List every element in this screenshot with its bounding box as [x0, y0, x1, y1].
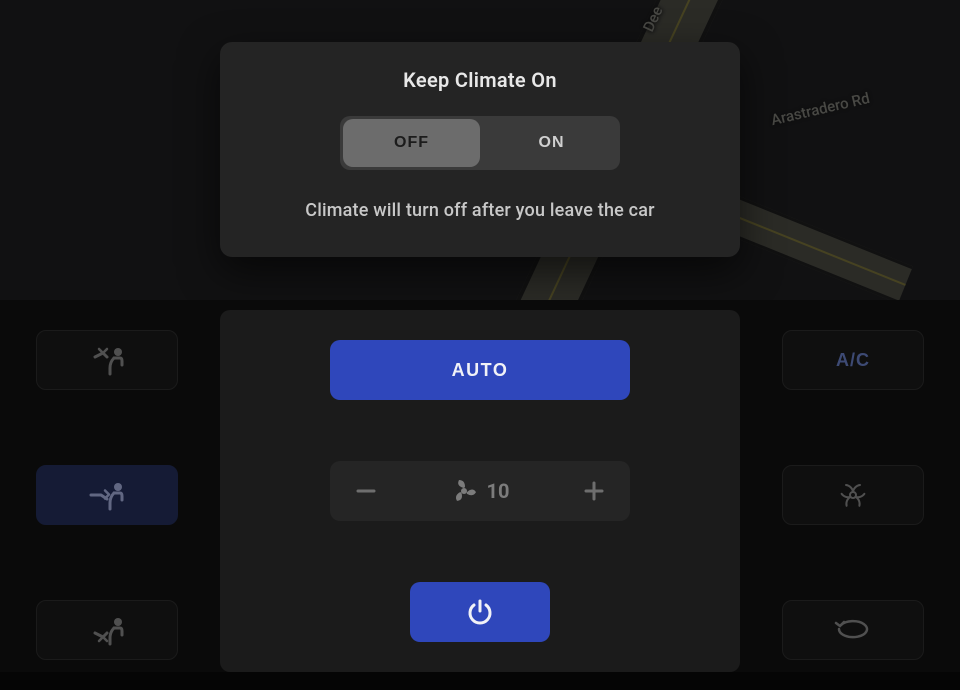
climate-panel: A/C AUTO — [0, 300, 960, 690]
plus-icon — [583, 480, 605, 502]
airflow-feet-button[interactable] — [36, 600, 178, 660]
fan-speed-control: 10 — [330, 461, 630, 521]
keep-climate-on-button[interactable]: ON — [483, 116, 620, 170]
airflow-feet-icon — [81, 613, 133, 647]
mode-column: A/C — [744, 330, 924, 660]
airflow-body-button[interactable] — [36, 465, 178, 525]
airflow-face-icon — [81, 343, 133, 377]
popup-caption: Climate will turn off after you leave th… — [250, 200, 710, 221]
auto-button[interactable]: AUTO — [330, 340, 630, 400]
airflow-face-button[interactable] — [36, 330, 178, 390]
road-label: Dee — [639, 3, 666, 34]
climate-center-card: AUTO 10 — [220, 310, 740, 672]
fan-speed-value: 10 — [487, 479, 510, 503]
road-label: Arastradero Rd — [769, 89, 871, 129]
biohazard-button[interactable] — [782, 465, 924, 525]
fan-increase-button[interactable] — [574, 471, 614, 511]
ac-button[interactable]: A/C — [782, 330, 924, 390]
bottom-system-bar — [0, 672, 960, 690]
recirculate-button[interactable] — [782, 600, 924, 660]
fan-decrease-button[interactable] — [346, 471, 386, 511]
fan-speed-readout: 10 — [451, 478, 510, 504]
keep-climate-off-button[interactable]: OFF — [343, 119, 480, 167]
popup-title: Keep Climate On — [250, 68, 710, 92]
airflow-column — [36, 330, 216, 660]
power-icon — [466, 598, 494, 626]
minus-icon — [355, 480, 377, 502]
climate-power-button[interactable] — [410, 582, 550, 642]
ac-label: A/C — [836, 350, 870, 371]
recirculate-icon — [833, 617, 873, 643]
biohazard-icon — [835, 477, 871, 513]
keep-climate-popup: Keep Climate On OFF ON Climate will turn… — [220, 42, 740, 257]
airflow-body-icon — [81, 478, 133, 512]
fan-icon — [451, 478, 477, 504]
keep-climate-toggle: OFF ON — [340, 116, 620, 170]
